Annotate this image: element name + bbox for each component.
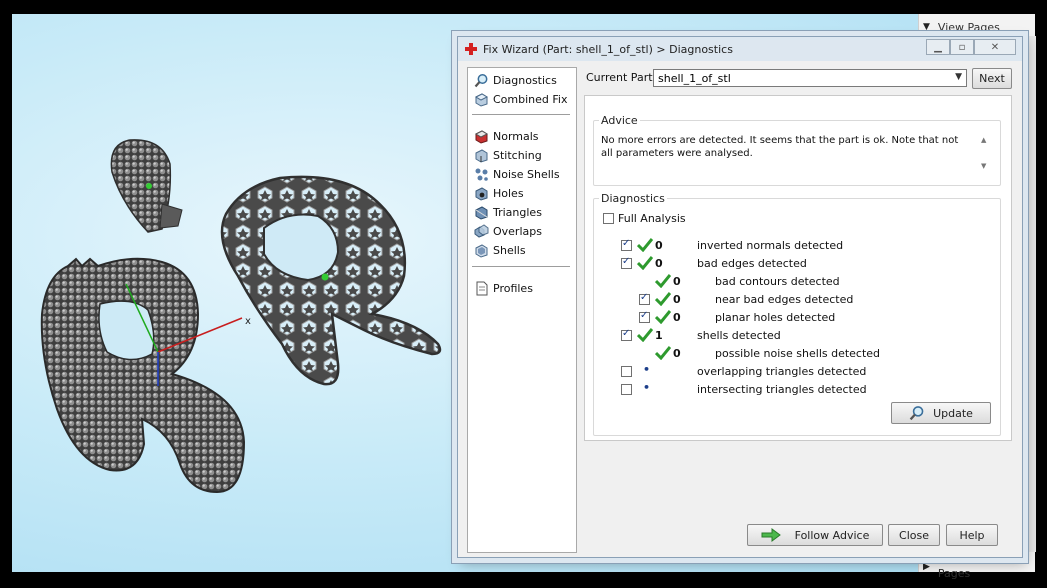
diag-count: 0 (655, 239, 663, 252)
diagnostics-title: Diagnostics (599, 192, 667, 205)
profiles-document-icon (476, 281, 488, 295)
green-check-icon (655, 346, 671, 360)
green-check-icon (655, 274, 671, 288)
x-axis-label: x (245, 316, 251, 327)
diag-count: 0 (655, 257, 663, 270)
noise-shells-icon (475, 168, 488, 181)
green-check-icon (637, 238, 653, 252)
nav-item-overlaps[interactable]: Overlaps (474, 222, 542, 240)
close-button[interactable]: Close (888, 524, 940, 546)
view-pages-header[interactable]: ▼ View Pages (923, 16, 1035, 38)
nav-item-shells[interactable]: Shells (474, 241, 526, 259)
diag-row-text: planar holes detected (715, 311, 836, 324)
view-pages-label: View Pages (937, 20, 1000, 34)
combined-fix-icon (474, 92, 489, 107)
pending-dot-icon: • (643, 381, 651, 394)
diag-row-text: bad contours detected (715, 275, 840, 288)
green-check-icon (637, 328, 653, 342)
green-check-icon (637, 256, 653, 270)
close-window-button[interactable]: ✕ (974, 39, 1016, 55)
overlaps-cube-icon (474, 223, 489, 238)
follow-advice-button[interactable]: Follow Advice (747, 524, 883, 546)
dialog-title: Fix Wizard (Part: shell_1_of_stl) > Diag… (483, 42, 733, 56)
diag-row-text: overlapping triangles detected (697, 365, 867, 378)
stitching-cube-icon (475, 148, 488, 163)
inverted-normals-checkbox[interactable] (621, 238, 632, 251)
advice-text: No more errors are detected. It seems th… (601, 135, 959, 159)
magnifier-icon (909, 406, 924, 421)
shells-checkbox[interactable] (621, 328, 632, 341)
current-part-value: shell_1_of_stl (658, 71, 731, 85)
diag-row-text: bad edges detected (697, 257, 807, 270)
diag-row-text: shells detected (697, 329, 781, 342)
hex-letter-r-model (220, 175, 442, 386)
near-bad-edges-checkbox[interactable] (639, 292, 650, 305)
green-check-icon (655, 310, 671, 324)
planar-holes-checkbox[interactable] (639, 310, 650, 323)
bad-edges-checkbox[interactable] (621, 256, 632, 269)
nav-item-triangles[interactable]: Triangles (474, 203, 542, 221)
diag-row-text: near bad edges detected (715, 293, 854, 306)
panel-scrollbar[interactable] (1023, 36, 1036, 552)
nav-item-normals[interactable]: Normals (474, 127, 539, 145)
wizard-content-panel: Advice No more errors are detected. It s… (584, 95, 1012, 441)
nav-item-profiles[interactable]: Profiles (474, 279, 533, 297)
measurement-pages-header[interactable]: ▶ Measurement Pages (923, 554, 1035, 580)
nav-item-combined-fix[interactable]: Combined Fix (474, 90, 567, 108)
collapse-triangle-icon: ▼ (923, 22, 930, 32)
nav-separator (472, 114, 570, 115)
nav-item-stitching[interactable]: Stitching (474, 146, 542, 164)
red-cross-icon (465, 43, 477, 55)
shells-cube-icon (475, 243, 488, 258)
full-analysis-checkbox[interactable] (603, 213, 614, 224)
diag-count: 1 (655, 329, 663, 342)
nav-item-diagnostics[interactable]: Diagnostics (474, 71, 557, 89)
update-button[interactable]: Update (891, 402, 991, 424)
beaded-letter-r-model: x (40, 257, 251, 494)
triangles-cube-icon (475, 205, 488, 220)
current-part-select[interactable]: shell_1_of_stl ▼ (653, 69, 967, 87)
beaded-ring-model (110, 139, 183, 233)
diag-row-text: intersecting triangles detected (697, 383, 867, 396)
maximize-button[interactable]: ▫ (950, 39, 974, 55)
full-analysis-label: Full Analysis (618, 212, 686, 225)
normals-cube-icon (474, 129, 489, 144)
help-button[interactable]: Help (946, 524, 998, 546)
next-button[interactable]: Next (972, 68, 1012, 89)
current-part-label: Current Part: (586, 71, 657, 84)
overlapping-triangles-checkbox[interactable] (621, 366, 632, 377)
diag-count: 0 (673, 293, 681, 306)
nav-item-holes[interactable]: Holes (474, 184, 524, 202)
diag-row-text: possible noise shells detected (715, 347, 881, 360)
nav-item-noise-shells[interactable]: Noise Shells (474, 165, 560, 183)
green-check-icon (655, 292, 671, 306)
diag-count: 0 (673, 275, 681, 288)
diag-count: 0 (673, 347, 681, 360)
holes-cube-icon (475, 186, 488, 201)
diag-row-text: inverted normals detected (697, 239, 844, 252)
fix-wizard-dialog: Fix Wizard (Part: shell_1_of_stl) > Diag… (457, 36, 1023, 558)
advice-title: Advice (599, 114, 640, 127)
dropdown-arrow-icon: ▼ (955, 72, 962, 82)
pending-dot-icon: • (643, 363, 651, 376)
intersecting-triangles-checkbox[interactable] (621, 384, 632, 395)
scroll-up-icon[interactable]: ▲ (981, 136, 986, 144)
magnifier-icon (474, 73, 488, 87)
green-arrow-right-icon (761, 528, 781, 542)
nav-separator (472, 266, 570, 267)
expand-triangle-icon: ▶ (923, 562, 930, 572)
diag-count: 0 (673, 311, 681, 324)
minimize-button[interactable]: ▁ (926, 39, 950, 55)
wizard-nav-tree: Diagnostics Combined Fix Normals Stitchi… (467, 67, 577, 553)
scroll-down-icon[interactable]: ▼ (981, 162, 986, 170)
